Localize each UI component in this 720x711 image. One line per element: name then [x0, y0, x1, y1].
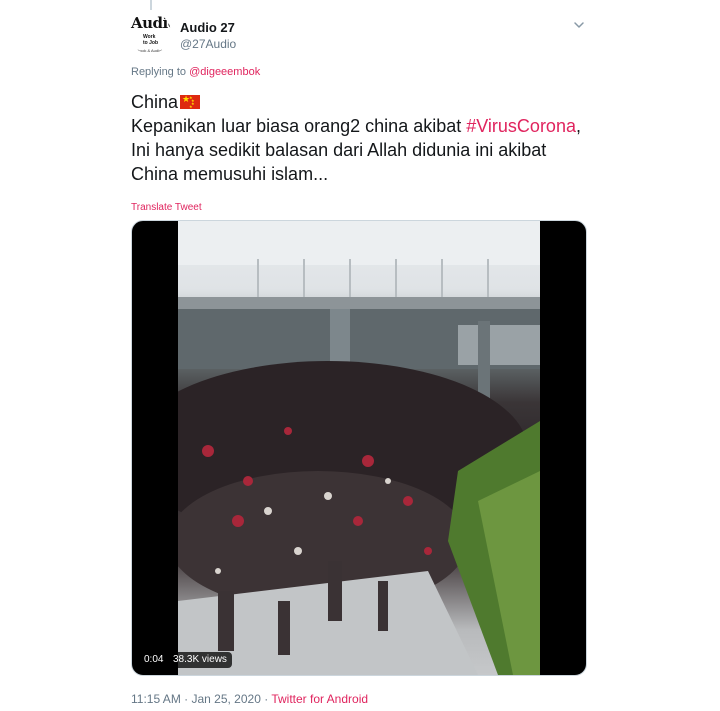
china-flag-icon: ★ ★ ★ ★ ★ [180, 94, 201, 109]
avatar-logo-text: Audio [131, 14, 171, 32]
avatar-logo-tagline: Ebook & Audiobook [135, 48, 170, 53]
thread-connector-line [150, 0, 152, 10]
chevron-down-icon[interactable] [572, 18, 586, 32]
tweet-text: China ★ ★ ★ ★ ★ Kepanikan luar biasa orang2 c… [131, 90, 601, 186]
reply-mention-link[interactable]: @digeeembok [189, 66, 260, 78]
video-player[interactable] [131, 220, 587, 676]
user-handle[interactable]: @27Audio [180, 37, 236, 51]
tweet-timestamp[interactable]: 11:15 AM · Jan 25, 2020 [131, 692, 261, 706]
tweet-line-2: Kepanikan luar biasa orang2 china akibat… [131, 116, 581, 136]
meta-separator: · [260, 692, 272, 706]
tweet-line-4: China memusuhi islam... [131, 164, 329, 184]
replying-to: Replying to @digeeembok [131, 66, 260, 78]
tweet-line-1: China ★ ★ ★ ★ ★ [131, 90, 601, 114]
translate-tweet-link[interactable]: Translate Tweet [131, 202, 202, 213]
video-frame [132, 221, 540, 675]
display-name[interactable]: Audio 27 [180, 20, 235, 35]
avatar[interactable]: Audio Work to Job Ebook & Audiobook [129, 12, 171, 54]
avatar-logo-subtext: Work to Job [143, 34, 158, 46]
hashtag-link[interactable]: #VirusCorona [466, 116, 576, 136]
tweet-source-link[interactable]: Twitter for Android [271, 692, 368, 706]
replying-prefix: Replying to [131, 66, 190, 78]
video-views-badge: 38.3K views [168, 652, 232, 668]
tweet-line-3: Ini hanya sedikit balasan dari Allah did… [131, 140, 547, 160]
video-scene [132, 221, 540, 675]
video-time-badge: 0:04 [139, 652, 169, 668]
tweet-meta: 11:15 AM · Jan 25, 2020 · Twitter for An… [131, 692, 368, 706]
